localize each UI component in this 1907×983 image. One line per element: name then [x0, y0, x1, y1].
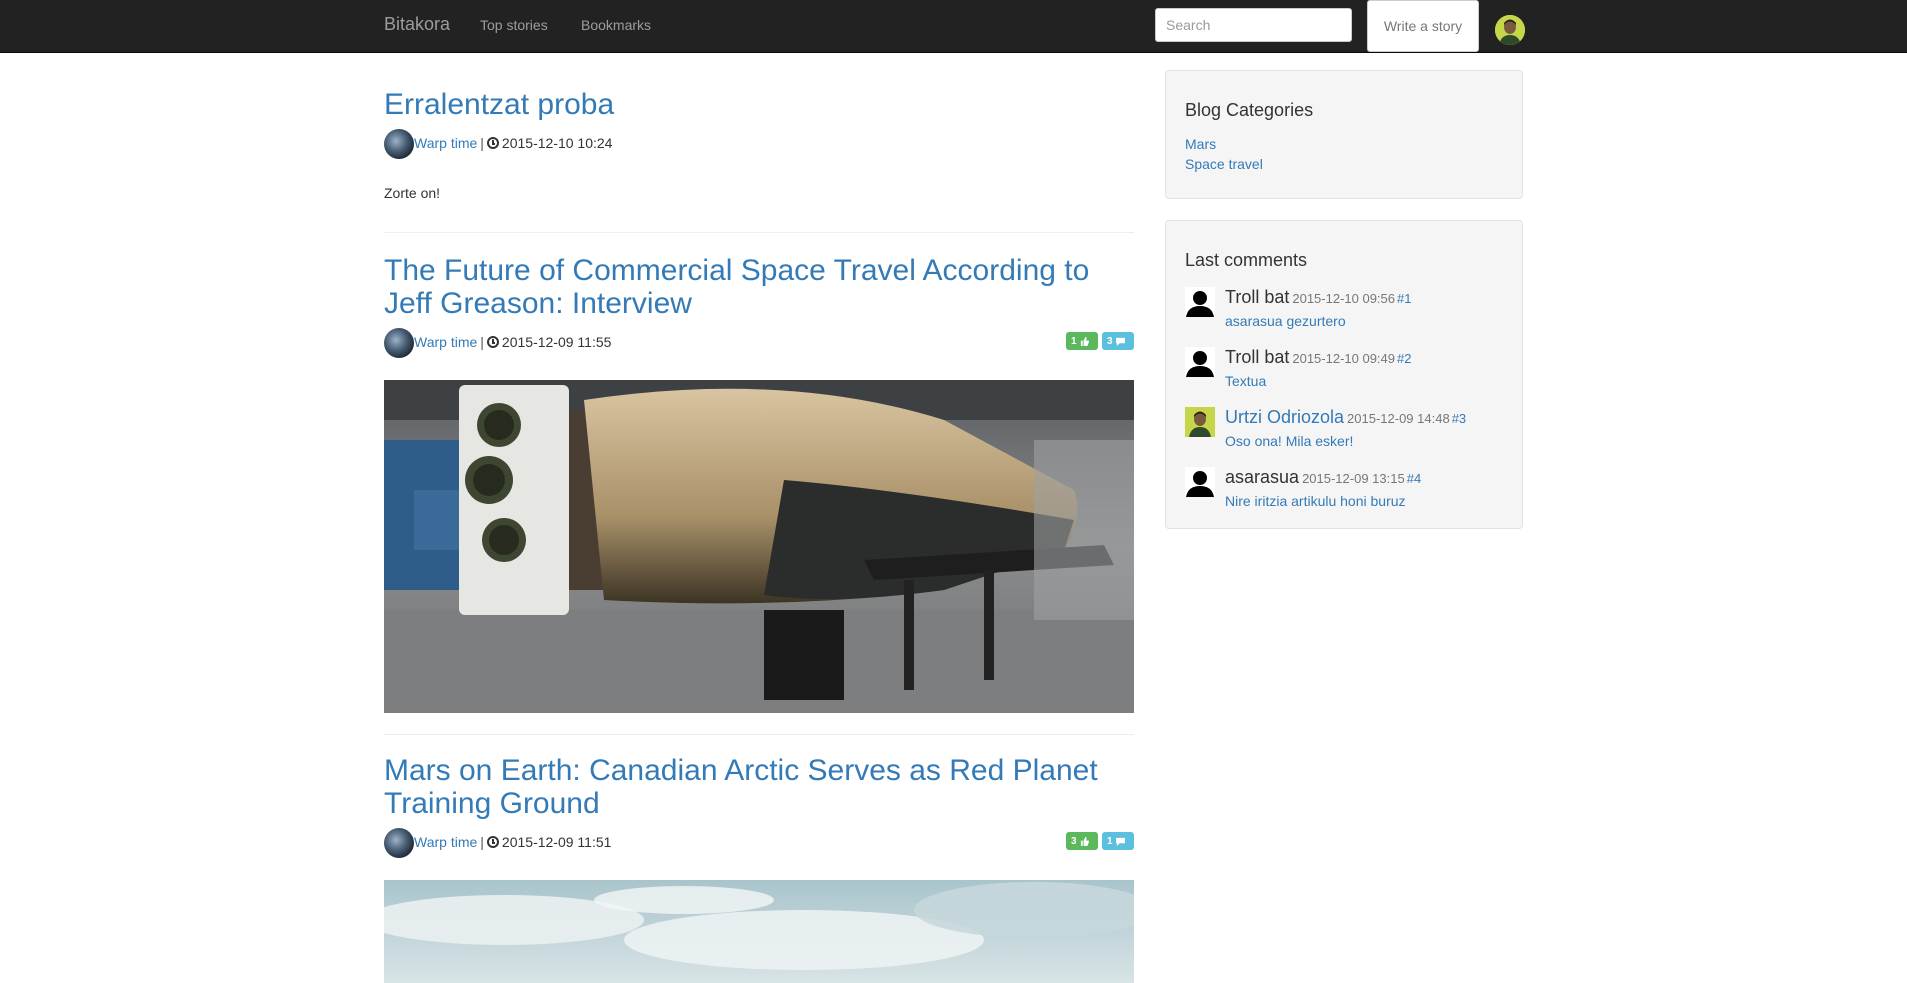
- category-link-space-travel[interactable]: Space travel: [1185, 154, 1503, 174]
- comment-item: Urtzi Odriozola 2015-12-09 14:48 #3 Oso on…: [1185, 407, 1503, 467]
- clock-icon: [486, 336, 499, 348]
- default-avatar-icon: [1185, 347, 1215, 377]
- post-card: The Future of Commercial Space Travel Ac…: [384, 254, 1134, 358]
- post-title[interactable]: Mars on Earth: Canadian Arctic Serves as…: [384, 754, 1134, 820]
- comment-icon: [1115, 337, 1125, 346]
- post-card: Mars on Earth: Canadian Arctic Serves as…: [384, 754, 1134, 858]
- default-avatar-icon: [1185, 467, 1215, 497]
- nav-bookmarks[interactable]: Bookmarks: [581, 17, 651, 33]
- last-comments-panel: Last comments Troll bat 2015-12-10 09:56 #…: [1165, 220, 1523, 529]
- categories-title: Blog Categories: [1185, 100, 1314, 120]
- comment-text-link[interactable]: Nire iritzia artikulu honi buruz: [1225, 493, 1421, 509]
- post-excerpt: Zorte on!: [384, 185, 441, 201]
- clock-icon: [486, 836, 499, 848]
- post-date: 2015-12-09 11:55: [501, 334, 612, 350]
- comments-badge[interactable]: 1: [1102, 832, 1134, 850]
- post-date: 2015-12-10 10:24: [501, 135, 613, 151]
- divider: [384, 734, 1134, 735]
- last-comments-title: Last comments: [1185, 250, 1308, 270]
- likes-badge[interactable]: 3: [1066, 832, 1098, 850]
- comment-icon: [1115, 837, 1125, 846]
- post-title[interactable]: The Future of Commercial Space Travel Ac…: [384, 254, 1134, 320]
- author-avatar[interactable]: [384, 129, 414, 159]
- user-avatar[interactable]: [1185, 407, 1215, 437]
- nav-top-stories[interactable]: Top stories: [480, 17, 548, 33]
- post-title[interactable]: Erralentzat proba: [384, 88, 614, 121]
- comment-date: 2015-12-10 09:56: [1292, 291, 1396, 306]
- comment-number-link[interactable]: #4: [1407, 471, 1421, 486]
- thumbs-up-icon: [1080, 836, 1089, 846]
- comment-date: 2015-12-09 13:15: [1302, 471, 1405, 486]
- user-avatar[interactable]: [1495, 15, 1525, 45]
- comment-date: 2015-12-09 14:48: [1347, 411, 1450, 426]
- divider: [384, 232, 1134, 233]
- comment-author: Troll bat: [1225, 347, 1290, 367]
- comment-text-link[interactable]: Oso ona! Mila esker!: [1225, 433, 1466, 449]
- comment-text-link[interactable]: Textua: [1225, 373, 1411, 389]
- post-meta: Warp time | 2015-12-10 10:24: [384, 129, 1134, 159]
- post-image-spacecraft[interactable]: [384, 380, 1134, 713]
- brand-link[interactable]: Bitakora: [384, 14, 450, 35]
- comment-item: Troll bat 2015-12-10 09:56 #1 asarasua gez…: [1185, 287, 1503, 347]
- comment-number-link[interactable]: #2: [1397, 351, 1411, 366]
- clock-icon: [486, 137, 499, 149]
- author-link[interactable]: Warp time: [414, 834, 477, 850]
- comments-badge[interactable]: 3: [1102, 332, 1134, 350]
- author-link[interactable]: Warp time: [414, 334, 477, 350]
- likes-badge[interactable]: 1: [1066, 332, 1098, 350]
- author-avatar[interactable]: [384, 328, 414, 358]
- comment-author: asarasua: [1225, 467, 1300, 487]
- comment-text-link[interactable]: asarasua gezurtero: [1225, 313, 1411, 329]
- post-meta: Warp time | 2015-12-09 11:51 3 1: [384, 828, 1134, 858]
- comment-number-link[interactable]: #3: [1452, 411, 1466, 426]
- category-link-mars[interactable]: Mars: [1185, 134, 1503, 154]
- top-navbar: Bitakora Top stories Bookmarks Write a s…: [0, 0, 1907, 53]
- comment-number-link[interactable]: #1: [1397, 291, 1411, 306]
- comment-author-link[interactable]: Urtzi Odriozola: [1225, 407, 1344, 427]
- post-date: 2015-12-09 11:51: [501, 834, 612, 850]
- comment-author: Troll bat: [1225, 287, 1290, 307]
- categories-panel: Blog Categories Mars Space travel: [1165, 70, 1523, 199]
- post-meta: Warp time | 2015-12-09 11:55 1 3: [384, 328, 1134, 358]
- default-avatar-icon: [1185, 287, 1215, 317]
- post-image-arctic[interactable]: [384, 880, 1134, 983]
- search-input[interactable]: [1155, 8, 1352, 42]
- comment-item: asarasua 2015-12-09 13:15 #4 Nire iritzia …: [1185, 467, 1503, 527]
- write-story-button[interactable]: Write a story: [1367, 0, 1479, 52]
- thumbs-up-icon: [1080, 336, 1089, 346]
- comment-date: 2015-12-10 09:49: [1292, 351, 1396, 366]
- comment-item: Troll bat 2015-12-10 09:49 #2 Textua: [1185, 347, 1503, 407]
- author-avatar[interactable]: [384, 828, 414, 858]
- post-card: Erralentzat proba Warp time | 2015-12-10 1…: [384, 88, 1134, 201]
- author-link[interactable]: Warp time: [414, 135, 477, 151]
